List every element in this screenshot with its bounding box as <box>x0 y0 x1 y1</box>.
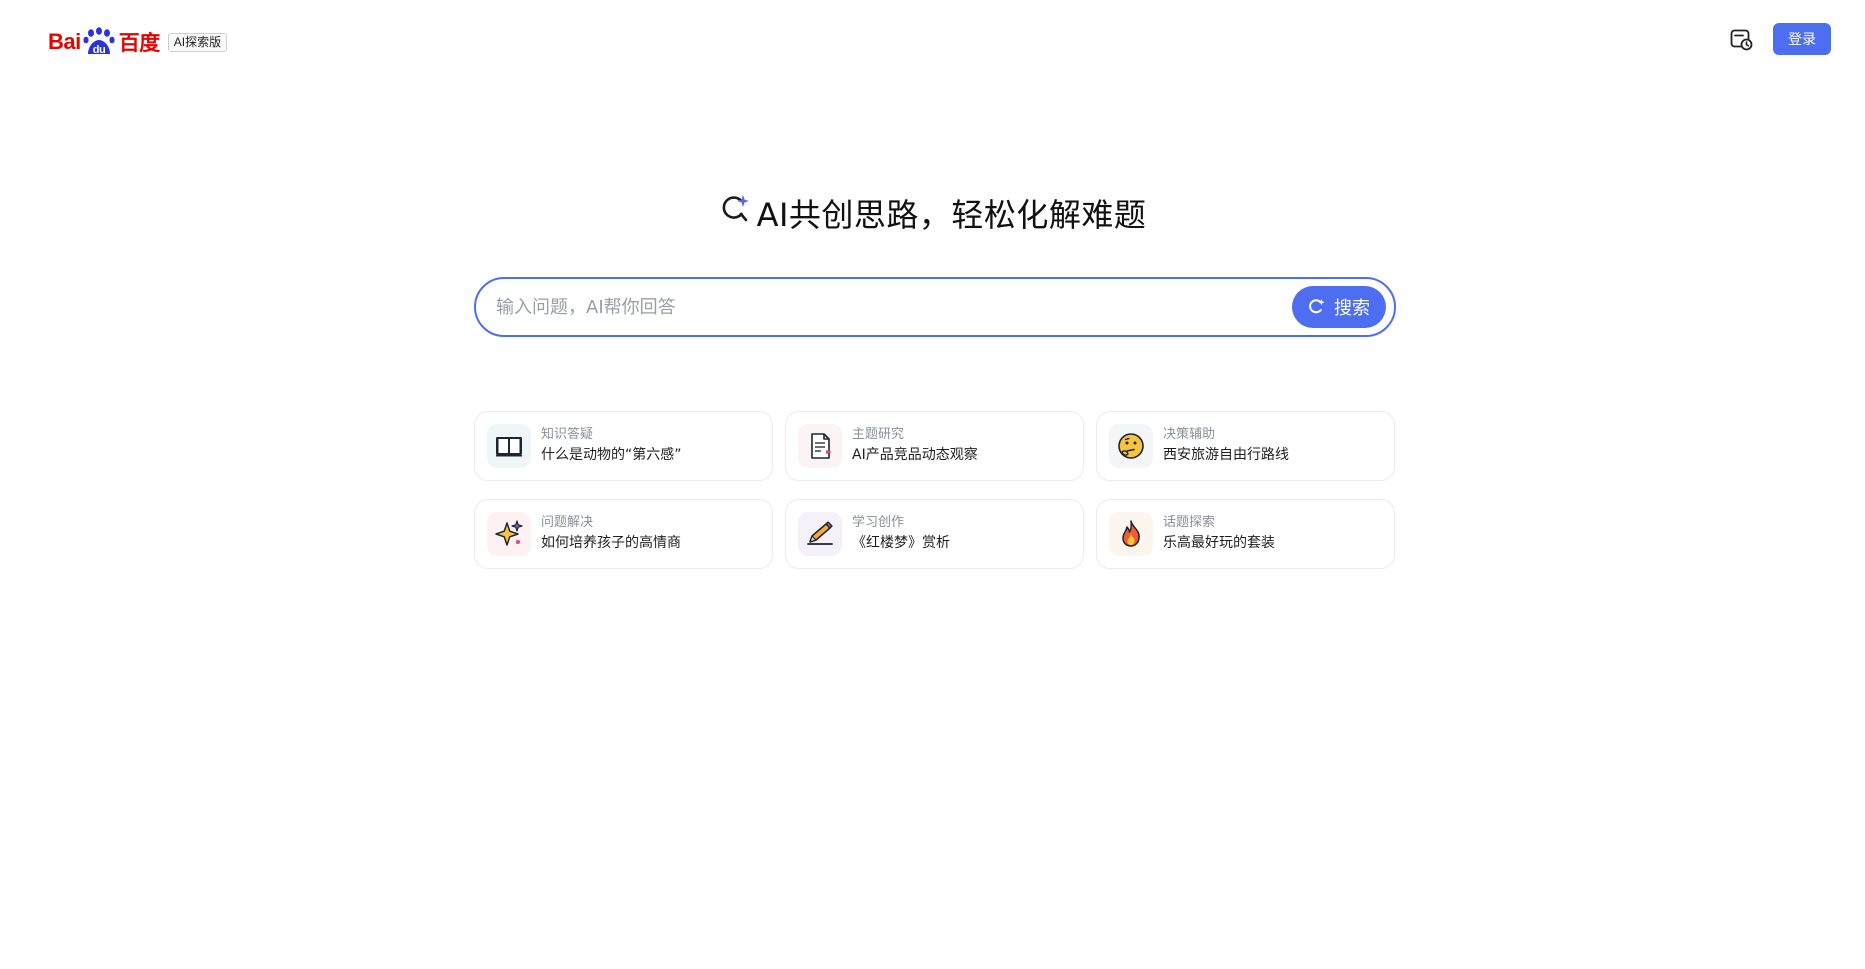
card-icon-bg <box>1109 512 1153 556</box>
ai-version-badge: AI探索版 <box>167 32 228 52</box>
suggestion-card[interactable]: 知识答疑 什么是动物的“第六感” <box>474 411 773 481</box>
hero: AI共创思路，轻松化解难题 <box>0 190 1865 236</box>
card-icon-bg <box>487 424 531 468</box>
login-button[interactable]: 登录 <box>1773 23 1831 55</box>
suggestion-card[interactable]: 话题探索 乐高最好玩的套装 <box>1096 499 1395 569</box>
search-box: 搜索 <box>474 277 1396 337</box>
card-icon-bg <box>798 424 842 468</box>
fire-icon <box>1122 520 1140 547</box>
pencil-writing-icon <box>807 521 833 545</box>
card-title: 乐高最好玩的套装 <box>1163 535 1275 551</box>
suggestion-card[interactable]: 问题解决 如何培养孩子的高情商 <box>474 499 773 569</box>
card-icon-bg <box>487 512 531 556</box>
card-category: 话题探索 <box>1163 515 1216 530</box>
card-category: 问题解决 <box>541 515 594 530</box>
card-title: 如何培养孩子的高情商 <box>541 535 681 551</box>
suggestion-card[interactable]: 学习创作 《红楼梦》赏析 <box>785 499 1084 569</box>
card-icon-bg <box>798 512 842 556</box>
history-icon <box>1730 29 1753 51</box>
card-text: 决策辅助 西安旅游自由行路线 <box>1163 426 1289 466</box>
suggestion-cards: 知识答疑 什么是动物的“第六感” 主题研究 AI产品竞品动态观察 决策辅助 西安… <box>474 411 1396 569</box>
logo-chinese-text: 百度 <box>118 32 161 55</box>
suggestion-card[interactable]: 决策辅助 西安旅游自由行路线 <box>1096 411 1395 481</box>
search-button-label: 搜索 <box>1334 298 1370 319</box>
search-input[interactable] <box>496 289 1256 325</box>
card-category: 决策辅助 <box>1163 427 1216 442</box>
card-text: 问题解决 如何培养孩子的高情商 <box>541 514 681 554</box>
card-category: 主题研究 <box>852 427 905 442</box>
history-button[interactable] <box>1729 27 1753 51</box>
card-title: 什么是动物的“第六感” <box>541 447 682 463</box>
card-category: 学习创作 <box>852 515 905 530</box>
card-category: 知识答疑 <box>541 427 594 442</box>
card-title: AI产品竞品动态观察 <box>852 447 978 463</box>
card-title: 《红楼梦》赏析 <box>852 535 950 551</box>
header: Bai du 百度 AI探索版 登录 <box>0 0 1865 80</box>
logo-du-text: du <box>93 44 105 56</box>
open-book-icon <box>496 437 522 457</box>
logo-bai-text: Bai <box>48 29 81 54</box>
sparkles-icon <box>495 520 523 546</box>
logo-wordmark: Bai du 百度 <box>48 27 160 57</box>
search-button[interactable]: 搜索 <box>1292 286 1386 328</box>
thinking-face-icon <box>1118 433 1144 459</box>
card-icon-bg <box>1109 424 1153 468</box>
card-title: 西安旅游自由行路线 <box>1163 447 1289 463</box>
hero-title: AI共创思路，轻松化解难题 <box>756 196 1147 234</box>
ai-search-sparkle-icon <box>719 193 753 227</box>
card-text: 话题探索 乐高最好玩的套装 <box>1163 514 1275 554</box>
suggestion-card[interactable]: 主题研究 AI产品竞品动态观察 <box>785 411 1084 481</box>
baidu-logo[interactable]: Bai du 百度 AI探索版 <box>48 24 228 60</box>
ai-search-icon <box>1308 298 1326 316</box>
paw-icon: du <box>82 27 116 57</box>
card-text: 学习创作 《红楼梦》赏析 <box>852 514 950 554</box>
document-icon <box>811 433 832 459</box>
card-text: 知识答疑 什么是动物的“第六感” <box>541 426 682 466</box>
card-text: 主题研究 AI产品竞品动态观察 <box>852 426 978 466</box>
